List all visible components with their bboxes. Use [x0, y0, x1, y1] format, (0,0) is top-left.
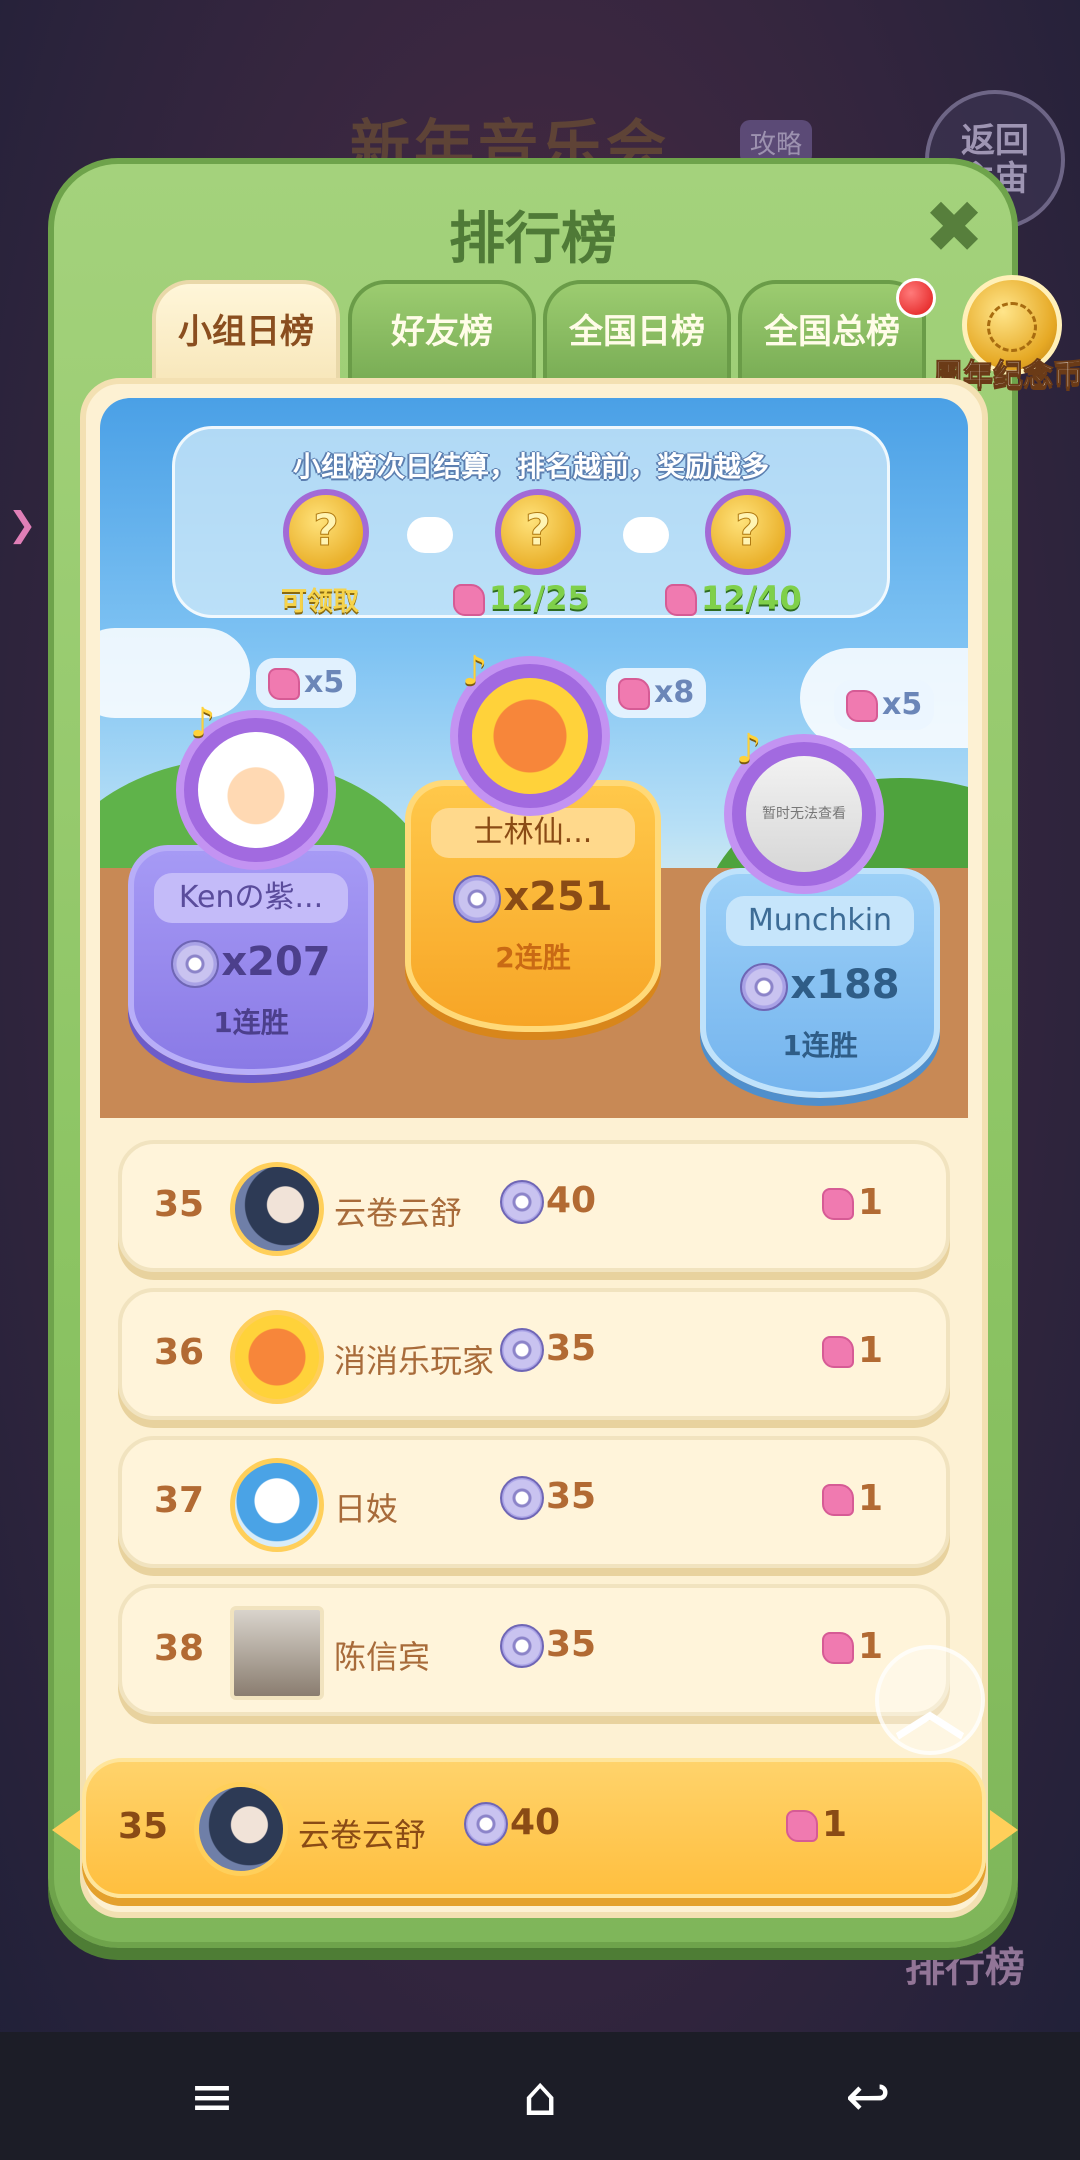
avatar	[194, 1782, 288, 1876]
puzzle-icon	[665, 584, 697, 616]
player-name: 日妓	[334, 1490, 399, 1528]
podium-first[interactable]: 士林仙... x251 2连胜	[405, 780, 661, 1032]
music-note-icon: ♪	[190, 700, 216, 746]
bonus-bubble-second: x5	[256, 658, 357, 708]
notification-dot	[896, 278, 936, 318]
puzzle-icon	[822, 1188, 854, 1220]
puzzle-icon	[268, 667, 300, 700]
puzzle-icon	[618, 677, 650, 710]
side-arrow-icon[interactable]: ❯	[8, 505, 42, 545]
table-row[interactable]: 36 消消乐玩家 35 1	[118, 1288, 950, 1420]
disc-icon	[500, 1180, 544, 1224]
table-row[interactable]: 35 云卷云舒 40 1	[118, 1140, 950, 1272]
player-score: 35	[500, 1328, 596, 1372]
rank-number: 35	[153, 1184, 205, 1225]
player-name: Kenの紫...	[154, 873, 348, 923]
arrow-right-icon	[990, 1810, 1018, 1850]
claim-label[interactable]: 可领取	[281, 581, 359, 618]
player-score: 40	[500, 1180, 596, 1224]
player-name: 云卷云舒	[298, 1816, 427, 1854]
rank-number: 36	[153, 1332, 205, 1373]
tab-group-daily[interactable]: 小组日榜	[152, 280, 340, 386]
puzzle-icon	[822, 1484, 854, 1516]
player-score: x188	[706, 962, 934, 1011]
scroll-to-top-button[interactable]: ︿	[875, 1645, 985, 1755]
player-score: 35	[500, 1476, 596, 1520]
arrow-left-icon	[52, 1810, 80, 1850]
disc-icon	[740, 963, 789, 1011]
puzzle-icon	[822, 1336, 854, 1368]
player-name: 云卷云舒	[334, 1194, 463, 1232]
puzzle-icon	[786, 1810, 818, 1842]
bonus-bubble-third: x5	[834, 680, 935, 730]
music-note-icon: ♪	[736, 726, 762, 772]
puzzle-count: 1	[822, 1182, 883, 1223]
reward-progress-2: 12/25	[453, 579, 590, 617]
disc-icon	[171, 940, 220, 988]
puzzle-count: 1	[822, 1478, 883, 1519]
table-row[interactable]: 38 陈信宾 35 1	[118, 1584, 950, 1716]
player-name: 消消乐玩家	[334, 1342, 495, 1380]
my-rank-row[interactable]: 35 云卷云舒 40 1	[82, 1758, 986, 1898]
player-name: 陈信宾	[334, 1638, 431, 1676]
reward-info-box: 小组榜次日结算，排名越前，奖励越多 ? ? ? 可领取 12/25 12/40	[172, 426, 890, 618]
puzzle-icon	[822, 1632, 854, 1664]
disc-icon	[500, 1624, 544, 1668]
table-row[interactable]: 37 日妓 35 1	[118, 1436, 950, 1568]
puzzle-icon	[846, 689, 878, 722]
puzzle-count: 1	[786, 1804, 847, 1845]
system-nav-bar: ≡ ⌂ ↩	[0, 2032, 1080, 2160]
disc-icon	[453, 875, 502, 923]
avatar	[230, 1606, 324, 1700]
podium-third[interactable]: Munchkin x188 1连胜	[700, 868, 940, 1098]
player-score: 35	[500, 1624, 596, 1668]
player-score: x207	[134, 939, 368, 988]
arrow-icon	[623, 517, 669, 553]
music-note-icon: ♪	[462, 648, 488, 694]
avatar-unavailable: 暂时无法查看	[746, 756, 862, 872]
home-icon[interactable]: ⌂	[500, 2062, 580, 2132]
menu-icon[interactable]: ≡	[172, 2062, 252, 2132]
tab-national-daily[interactable]: 全国日榜	[543, 280, 731, 380]
arrow-icon	[407, 517, 453, 553]
tab-friends[interactable]: 好友榜	[348, 280, 536, 380]
podium-second[interactable]: Kenの紫... x207 1连胜	[128, 845, 374, 1075]
avatar	[230, 1458, 324, 1552]
avatar	[230, 1310, 324, 1404]
disc-icon	[500, 1328, 544, 1372]
close-icon[interactable]: ✖	[919, 191, 989, 263]
rank-number: 37	[153, 1480, 205, 1521]
player-score: 40	[464, 1802, 560, 1846]
puzzle-count: 1	[822, 1626, 883, 1667]
puzzle-count: 1	[822, 1330, 883, 1371]
reward-chest-3[interactable]: ?	[705, 489, 791, 575]
player-name: Munchkin	[726, 896, 914, 946]
puzzle-icon	[453, 584, 485, 616]
back-icon[interactable]: ↩	[828, 2062, 908, 2132]
avatar	[230, 1162, 324, 1256]
win-streak: 1连胜	[782, 1029, 858, 1062]
bonus-bubble-first: x8	[606, 668, 707, 718]
win-streak: 2连胜	[495, 941, 571, 974]
disc-icon	[500, 1476, 544, 1520]
reward-chest-2[interactable]: ?	[495, 489, 581, 575]
win-streak: 1连胜	[213, 1006, 289, 1039]
player-score: x251	[411, 874, 655, 923]
reward-title: 小组榜次日结算，排名越前，奖励越多	[292, 450, 769, 483]
rank-number: 35	[117, 1806, 169, 1847]
reward-progress-3: 12/40	[665, 579, 802, 617]
panel-title: 排行榜	[449, 207, 617, 272]
reward-chest-1[interactable]: ?	[283, 489, 369, 575]
rank-number: 38	[153, 1628, 205, 1669]
disc-icon	[464, 1802, 508, 1846]
